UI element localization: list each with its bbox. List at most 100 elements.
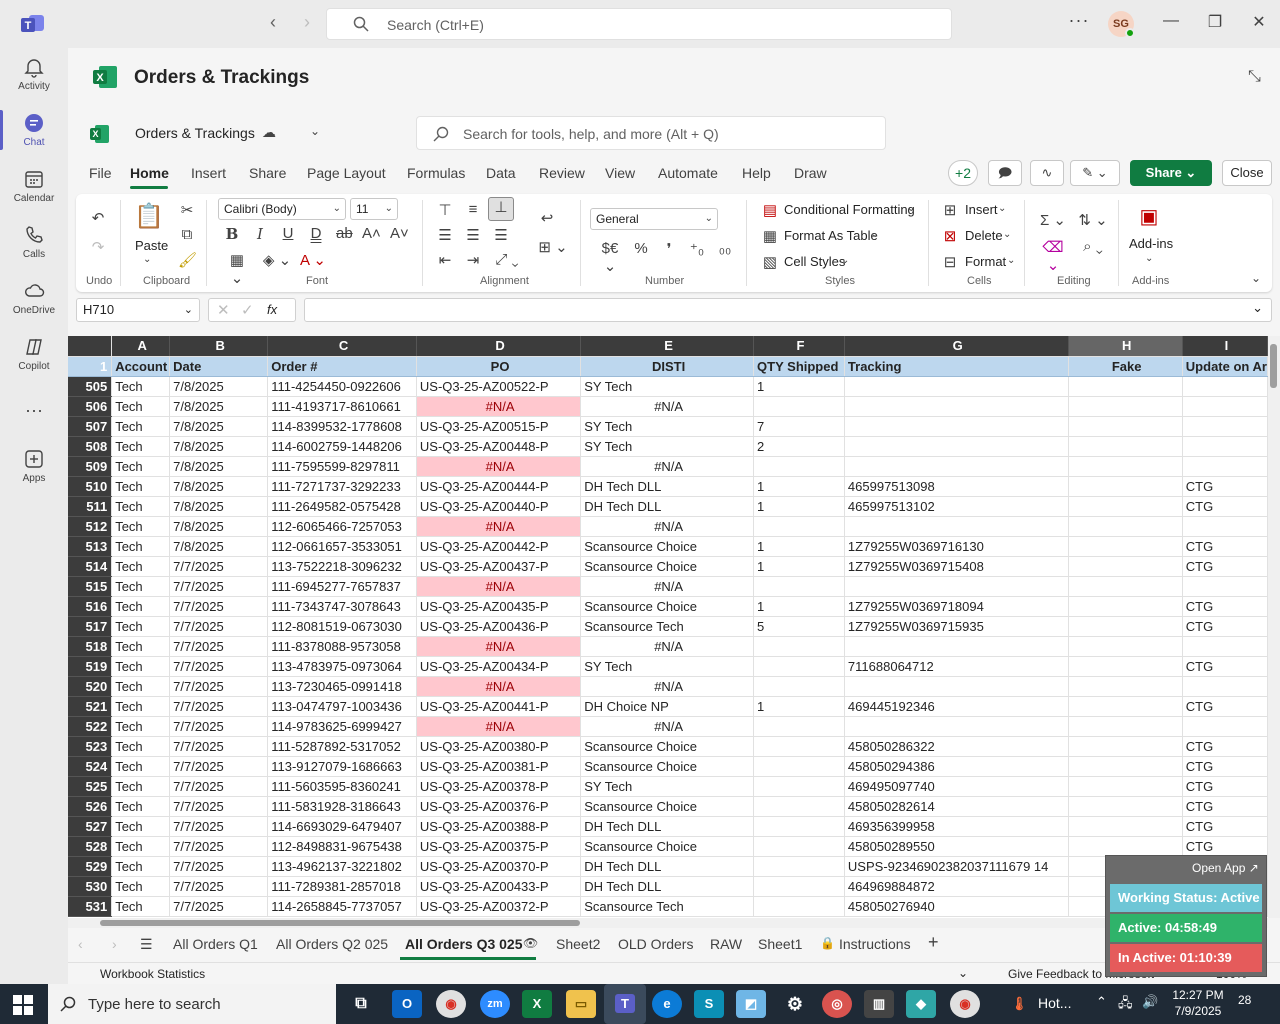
- file-explorer-icon[interactable]: ▭: [566, 990, 596, 1018]
- table-cell[interactable]: US-Q3-25-AZ00440-P: [416, 496, 582, 517]
- table-cell[interactable]: 1Z79255W0369715408: [844, 556, 1069, 577]
- formula-input[interactable]: ⌄: [304, 298, 1272, 322]
- row-number[interactable]: 515: [68, 576, 113, 597]
- table-cell[interactable]: 458050289550: [844, 836, 1069, 857]
- table-cell[interactable]: 7/8/2025: [169, 376, 269, 397]
- restore-icon[interactable]: ❐: [1200, 12, 1230, 36]
- row-number[interactable]: 505: [68, 376, 113, 397]
- chevron-down-icon[interactable]: ⌄: [958, 966, 968, 980]
- table-cell[interactable]: [1068, 776, 1183, 797]
- strikethrough-icon[interactable]: ab: [336, 225, 353, 242]
- table-cell[interactable]: 1: [753, 376, 845, 397]
- table-cell[interactable]: Tech: [111, 616, 171, 637]
- table-cell[interactable]: 111-8378088-9573058: [267, 636, 417, 657]
- table-cell[interactable]: 1Z79255W0369718094: [844, 596, 1069, 617]
- table-cell[interactable]: 111-5603595-8360241: [267, 776, 417, 797]
- share-button[interactable]: Share ⌄: [1130, 160, 1212, 186]
- header-cell[interactable]: Update on Ar: [1182, 356, 1268, 377]
- file-name[interactable]: Orders & Trackings: [135, 125, 255, 141]
- table-cell[interactable]: #N/A: [580, 576, 755, 597]
- row-number[interactable]: 523: [68, 736, 113, 757]
- chrome-icon[interactable]: ◉: [436, 990, 466, 1018]
- row-number[interactable]: 510: [68, 476, 113, 497]
- table-cell[interactable]: Tech: [111, 556, 171, 577]
- row-number[interactable]: 512: [68, 516, 113, 537]
- table-cell[interactable]: 7/8/2025: [169, 516, 269, 537]
- table-cell[interactable]: [1068, 396, 1183, 417]
- table-cell[interactable]: [753, 656, 845, 677]
- table-cell[interactable]: US-Q3-25-AZ00435-P: [416, 596, 582, 617]
- taskbar-search-input[interactable]: Type here to search: [48, 984, 336, 1024]
- currency-icon[interactable]: $€ ⌄: [594, 240, 626, 275]
- delete-cells-button[interactable]: Delete: [965, 228, 1003, 243]
- increase-decimal-icon[interactable]: ⁺₀: [688, 240, 706, 258]
- teams-taskbar-icon[interactable]: T: [604, 984, 646, 1024]
- app-icon[interactable]: ◆: [906, 990, 936, 1018]
- table-cell[interactable]: US-Q3-25-AZ00441-P: [416, 696, 582, 717]
- table-cell[interactable]: [1068, 576, 1183, 597]
- table-cell[interactable]: [753, 776, 845, 797]
- table-cell[interactable]: 5: [753, 616, 845, 637]
- taskbar-clock[interactable]: 12:27 PM 7/9/2025: [1168, 987, 1228, 1019]
- table-cell[interactable]: Tech: [111, 896, 171, 917]
- tool-search-input[interactable]: Search for tools, help, and more (Alt + …: [416, 116, 886, 150]
- table-cell[interactable]: 7/7/2025: [169, 776, 269, 797]
- table-cell[interactable]: [1068, 496, 1183, 517]
- vertical-scroll-thumb[interactable]: [1270, 344, 1277, 388]
- table-cell[interactable]: #N/A: [580, 396, 755, 417]
- table-cell[interactable]: #N/A: [580, 516, 755, 537]
- table-cell[interactable]: [844, 716, 1069, 737]
- table-cell[interactable]: US-Q3-25-AZ00436-P: [416, 616, 582, 637]
- format-as-table-button[interactable]: Format As Table: [784, 228, 878, 243]
- table-cell[interactable]: Scansource Choice: [580, 736, 755, 757]
- chrome-icon[interactable]: ◉: [950, 990, 980, 1018]
- table-cell[interactable]: [844, 636, 1069, 657]
- ribbon-expand-icon[interactable]: ⌄: [1251, 271, 1261, 285]
- table-cell[interactable]: 7/7/2025: [169, 696, 269, 717]
- table-cell[interactable]: DH Tech DLL: [580, 876, 755, 897]
- table-cell[interactable]: [753, 796, 845, 817]
- sheet-tab[interactable]: RAW: [710, 936, 742, 952]
- horizontal-scroll-thumb[interactable]: [100, 920, 580, 926]
- teams-search-input[interactable]: Search (Ctrl+E): [326, 8, 952, 40]
- table-cell[interactable]: 111-5831928-3186643: [267, 796, 417, 817]
- column-header[interactable]: G: [844, 336, 1069, 357]
- chevron-down-icon[interactable]: ⌄: [871, 229, 879, 240]
- table-cell[interactable]: 2: [753, 436, 845, 457]
- table-cell[interactable]: Tech: [111, 636, 171, 657]
- table-cell[interactable]: Tech: [111, 776, 171, 797]
- table-cell[interactable]: 7/7/2025: [169, 676, 269, 697]
- table-cell[interactable]: [753, 676, 845, 697]
- table-cell[interactable]: Tech: [111, 796, 171, 817]
- chevron-down-icon[interactable]: ⌄: [1003, 229, 1011, 240]
- table-cell[interactable]: 1Z79255W0369715935: [844, 616, 1069, 637]
- table-cell[interactable]: 111-4254450-0922606: [267, 376, 417, 397]
- table-cell[interactable]: 112-8081519-0673030: [267, 616, 417, 637]
- table-cell[interactable]: Tech: [111, 596, 171, 617]
- row-number[interactable]: 516: [68, 596, 113, 617]
- row-number[interactable]: 520: [68, 676, 113, 697]
- header-cell[interactable]: Account: [111, 356, 171, 377]
- table-cell[interactable]: 114-2658845-7737057: [267, 896, 417, 917]
- table-cell[interactable]: [1068, 556, 1183, 577]
- italic-icon[interactable]: I: [252, 225, 268, 243]
- table-cell[interactable]: 1: [753, 536, 845, 557]
- tab-data[interactable]: Data: [486, 165, 516, 181]
- paste-icon[interactable]: 📋: [134, 202, 164, 231]
- rail-item-calendar[interactable]: Calendar: [0, 168, 68, 224]
- table-cell[interactable]: [1068, 616, 1183, 637]
- sheet-tab[interactable]: All Orders Q2 025: [276, 936, 388, 952]
- table-cell[interactable]: #N/A: [580, 636, 755, 657]
- volume-icon[interactable]: 🔊: [1142, 994, 1158, 1010]
- table-cell[interactable]: Tech: [111, 436, 171, 457]
- table-cell[interactable]: Tech: [111, 676, 171, 697]
- table-cell[interactable]: 113-7230465-0991418: [267, 676, 417, 697]
- table-cell[interactable]: [1068, 756, 1183, 777]
- table-cell[interactable]: [1182, 676, 1268, 697]
- table-cell[interactable]: DH Tech DLL: [580, 816, 755, 837]
- table-cell[interactable]: [1068, 736, 1183, 757]
- row-number[interactable]: 509: [68, 456, 113, 477]
- row-number[interactable]: 508: [68, 436, 113, 457]
- bold-icon[interactable]: B: [224, 225, 240, 243]
- table-cell[interactable]: 111-6945277-7657837: [267, 576, 417, 597]
